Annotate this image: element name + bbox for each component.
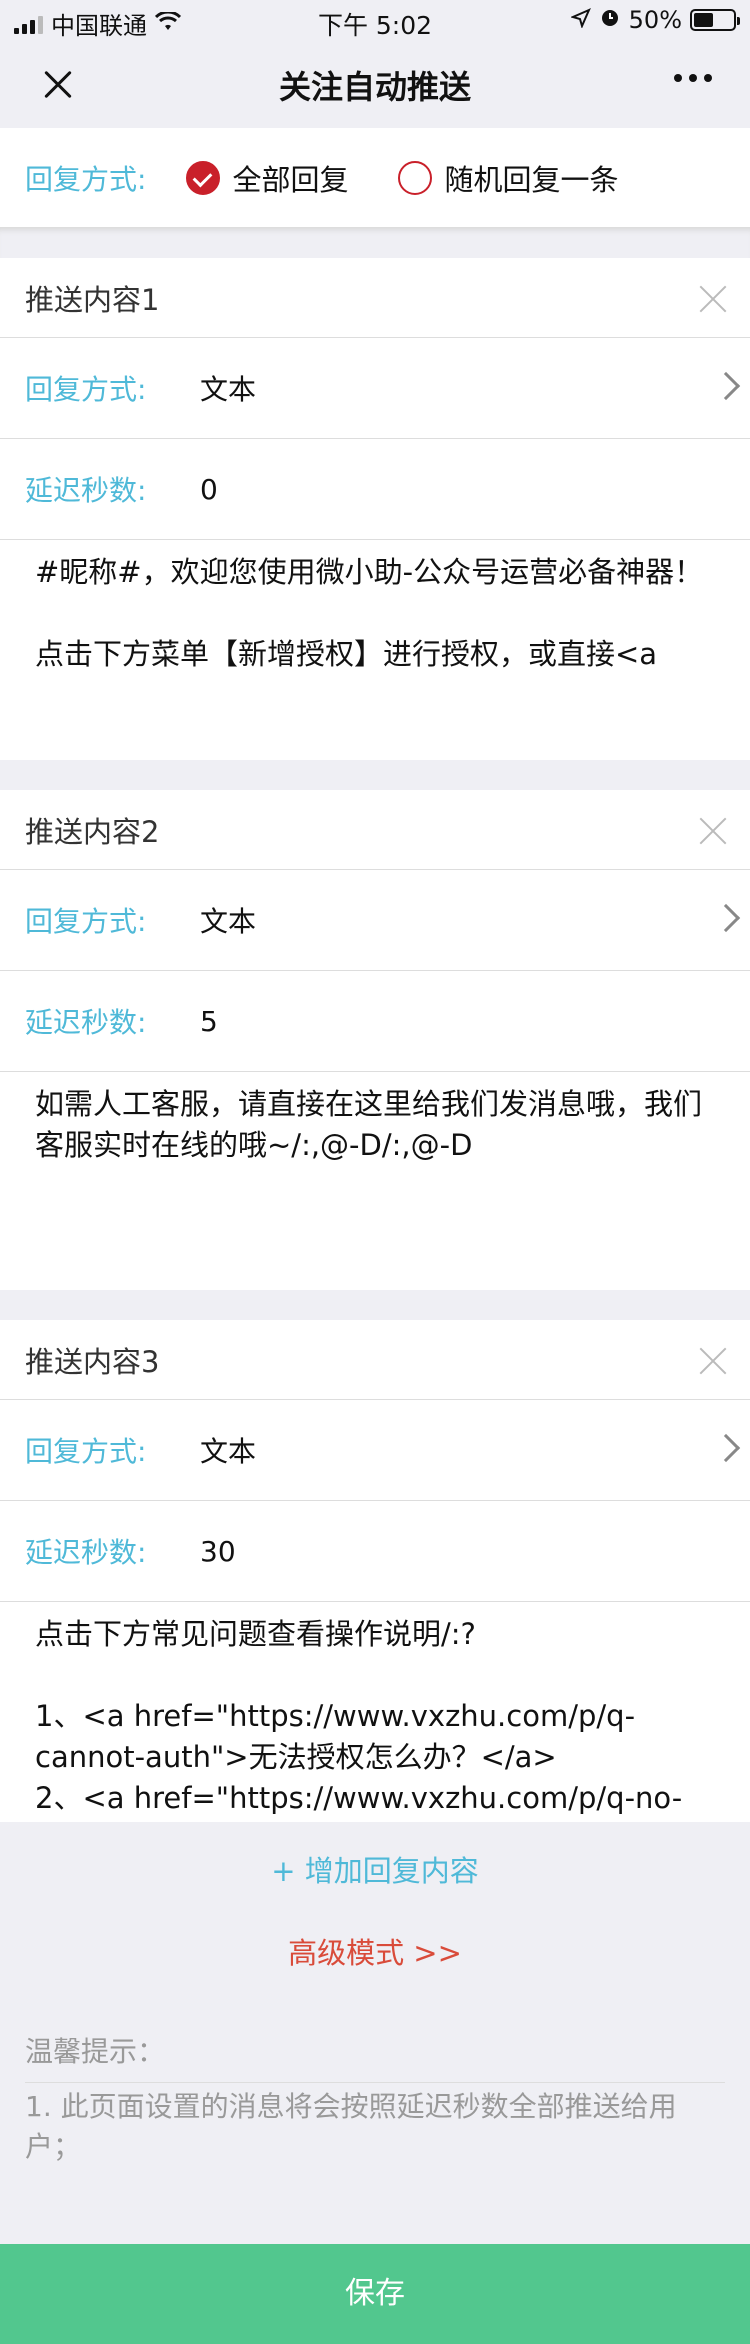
close-icon[interactable] <box>698 284 728 314</box>
section-title: 推送内容2 <box>0 790 750 870</box>
content-textarea[interactable]: #昵称#，欢迎您使用微小助-公众号运营必备神器！ 点击下方菜单【新增授权】进行授… <box>0 540 750 760</box>
delay-label: 延迟秒数: <box>25 1006 147 1039</box>
content-textarea[interactable]: 如需人工客服，请直接在这里给我们发消息哦，我们客服实时在线的哦~/:,@-D/:… <box>0 1072 750 1290</box>
unchecked-radio-icon <box>398 160 433 195</box>
status-right: 50% <box>569 6 740 34</box>
section-title: 推送内容3 <box>0 1320 750 1400</box>
delay-value[interactable]: 0 <box>200 473 218 506</box>
section-gap <box>0 228 750 258</box>
reply-type-row[interactable]: 回复方式: 文本 <box>0 870 750 971</box>
reply-type-label: 回复方式: <box>25 905 147 938</box>
delay-row[interactable]: 延迟秒数: 5 <box>0 971 750 1072</box>
chevron-right-icon <box>711 1433 741 1463</box>
radio-random-reply-label: 随机回复一条 <box>444 162 619 197</box>
tips-text: 1. 此页面设置的消息将会按照延迟秒数全部推送给用户； <box>25 2090 677 2163</box>
chevron-right-icon <box>711 371 741 401</box>
section-gap <box>0 1290 750 1320</box>
reply-type-row[interactable]: 回复方式: 文本 <box>0 1400 750 1501</box>
close-icon[interactable] <box>698 1346 728 1376</box>
reply-type-value: 文本 <box>200 373 257 406</box>
checked-radio-icon <box>186 160 221 195</box>
reply-type-row[interactable]: 回复方式: 文本 <box>0 338 750 439</box>
reply-mode-bar: 回复方式: 全部回复 随机回复一条 <box>0 128 750 228</box>
save-button[interactable]: 保存 <box>0 2244 750 2344</box>
delay-value[interactable]: 30 <box>200 1535 236 1568</box>
delay-row[interactable]: 延迟秒数: 30 <box>0 1501 750 1602</box>
section-title-text: 推送内容2 <box>25 814 160 849</box>
location-icon <box>569 6 591 34</box>
section-title: 推送内容1 <box>0 258 750 338</box>
reply-mode-label: 回复方式: <box>25 162 147 196</box>
chevron-right-icon <box>711 903 741 933</box>
radio-all-reply[interactable]: 全部回复 <box>186 157 348 199</box>
delay-value[interactable]: 5 <box>200 1005 218 1038</box>
page-title: 关注自动推送 <box>278 68 471 106</box>
content-textarea[interactable]: 点击下方常见问题查看操作说明/:? 1、<a href="https://www… <box>0 1602 750 1822</box>
status-bar: 中国联通 下午 5:02 50% <box>0 0 750 40</box>
delay-row[interactable]: 延迟秒数: 0 <box>0 439 750 540</box>
push-section-3: 推送内容3 回复方式: 文本 延迟秒数: 30 点击下方常见问题查看操作说明/:… <box>0 1320 750 1822</box>
radio-all-reply-label: 全部回复 <box>232 162 349 197</box>
add-reply-content-link[interactable]: + 增加回复内容 <box>0 1848 750 1888</box>
radio-random-reply[interactable]: 随机回复一条 <box>398 157 618 199</box>
delay-label: 延迟秒数: <box>25 474 147 507</box>
more-icon[interactable] <box>674 74 712 82</box>
section-gap <box>0 760 750 790</box>
tips-title: 温馨提示： <box>25 2035 166 2068</box>
reply-type-value: 文本 <box>200 905 257 938</box>
reply-type-value: 文本 <box>200 1435 257 1468</box>
battery-percent: 50% <box>628 6 682 34</box>
reply-type-label: 回复方式: <box>25 1435 147 1468</box>
delay-label: 延迟秒数: <box>25 1536 147 1569</box>
close-icon[interactable] <box>698 816 728 846</box>
push-section-1: 推送内容1 回复方式: 文本 延迟秒数: 0 #昵称#，欢迎您使用微小助-公众号… <box>0 258 750 760</box>
section-title-text: 推送内容3 <box>25 1344 160 1379</box>
advanced-mode-link[interactable]: 高级模式 >> <box>0 1930 750 1970</box>
alarm-icon <box>599 6 621 34</box>
reply-type-label: 回复方式: <box>25 373 147 406</box>
nav-bar: 关注自动推送 <box>0 40 750 128</box>
section-title-text: 推送内容1 <box>25 282 160 317</box>
battery-icon <box>690 9 740 31</box>
push-section-2: 推送内容2 回复方式: 文本 延迟秒数: 5 如需人工客服，请直接在这里给我们发… <box>0 790 750 1290</box>
